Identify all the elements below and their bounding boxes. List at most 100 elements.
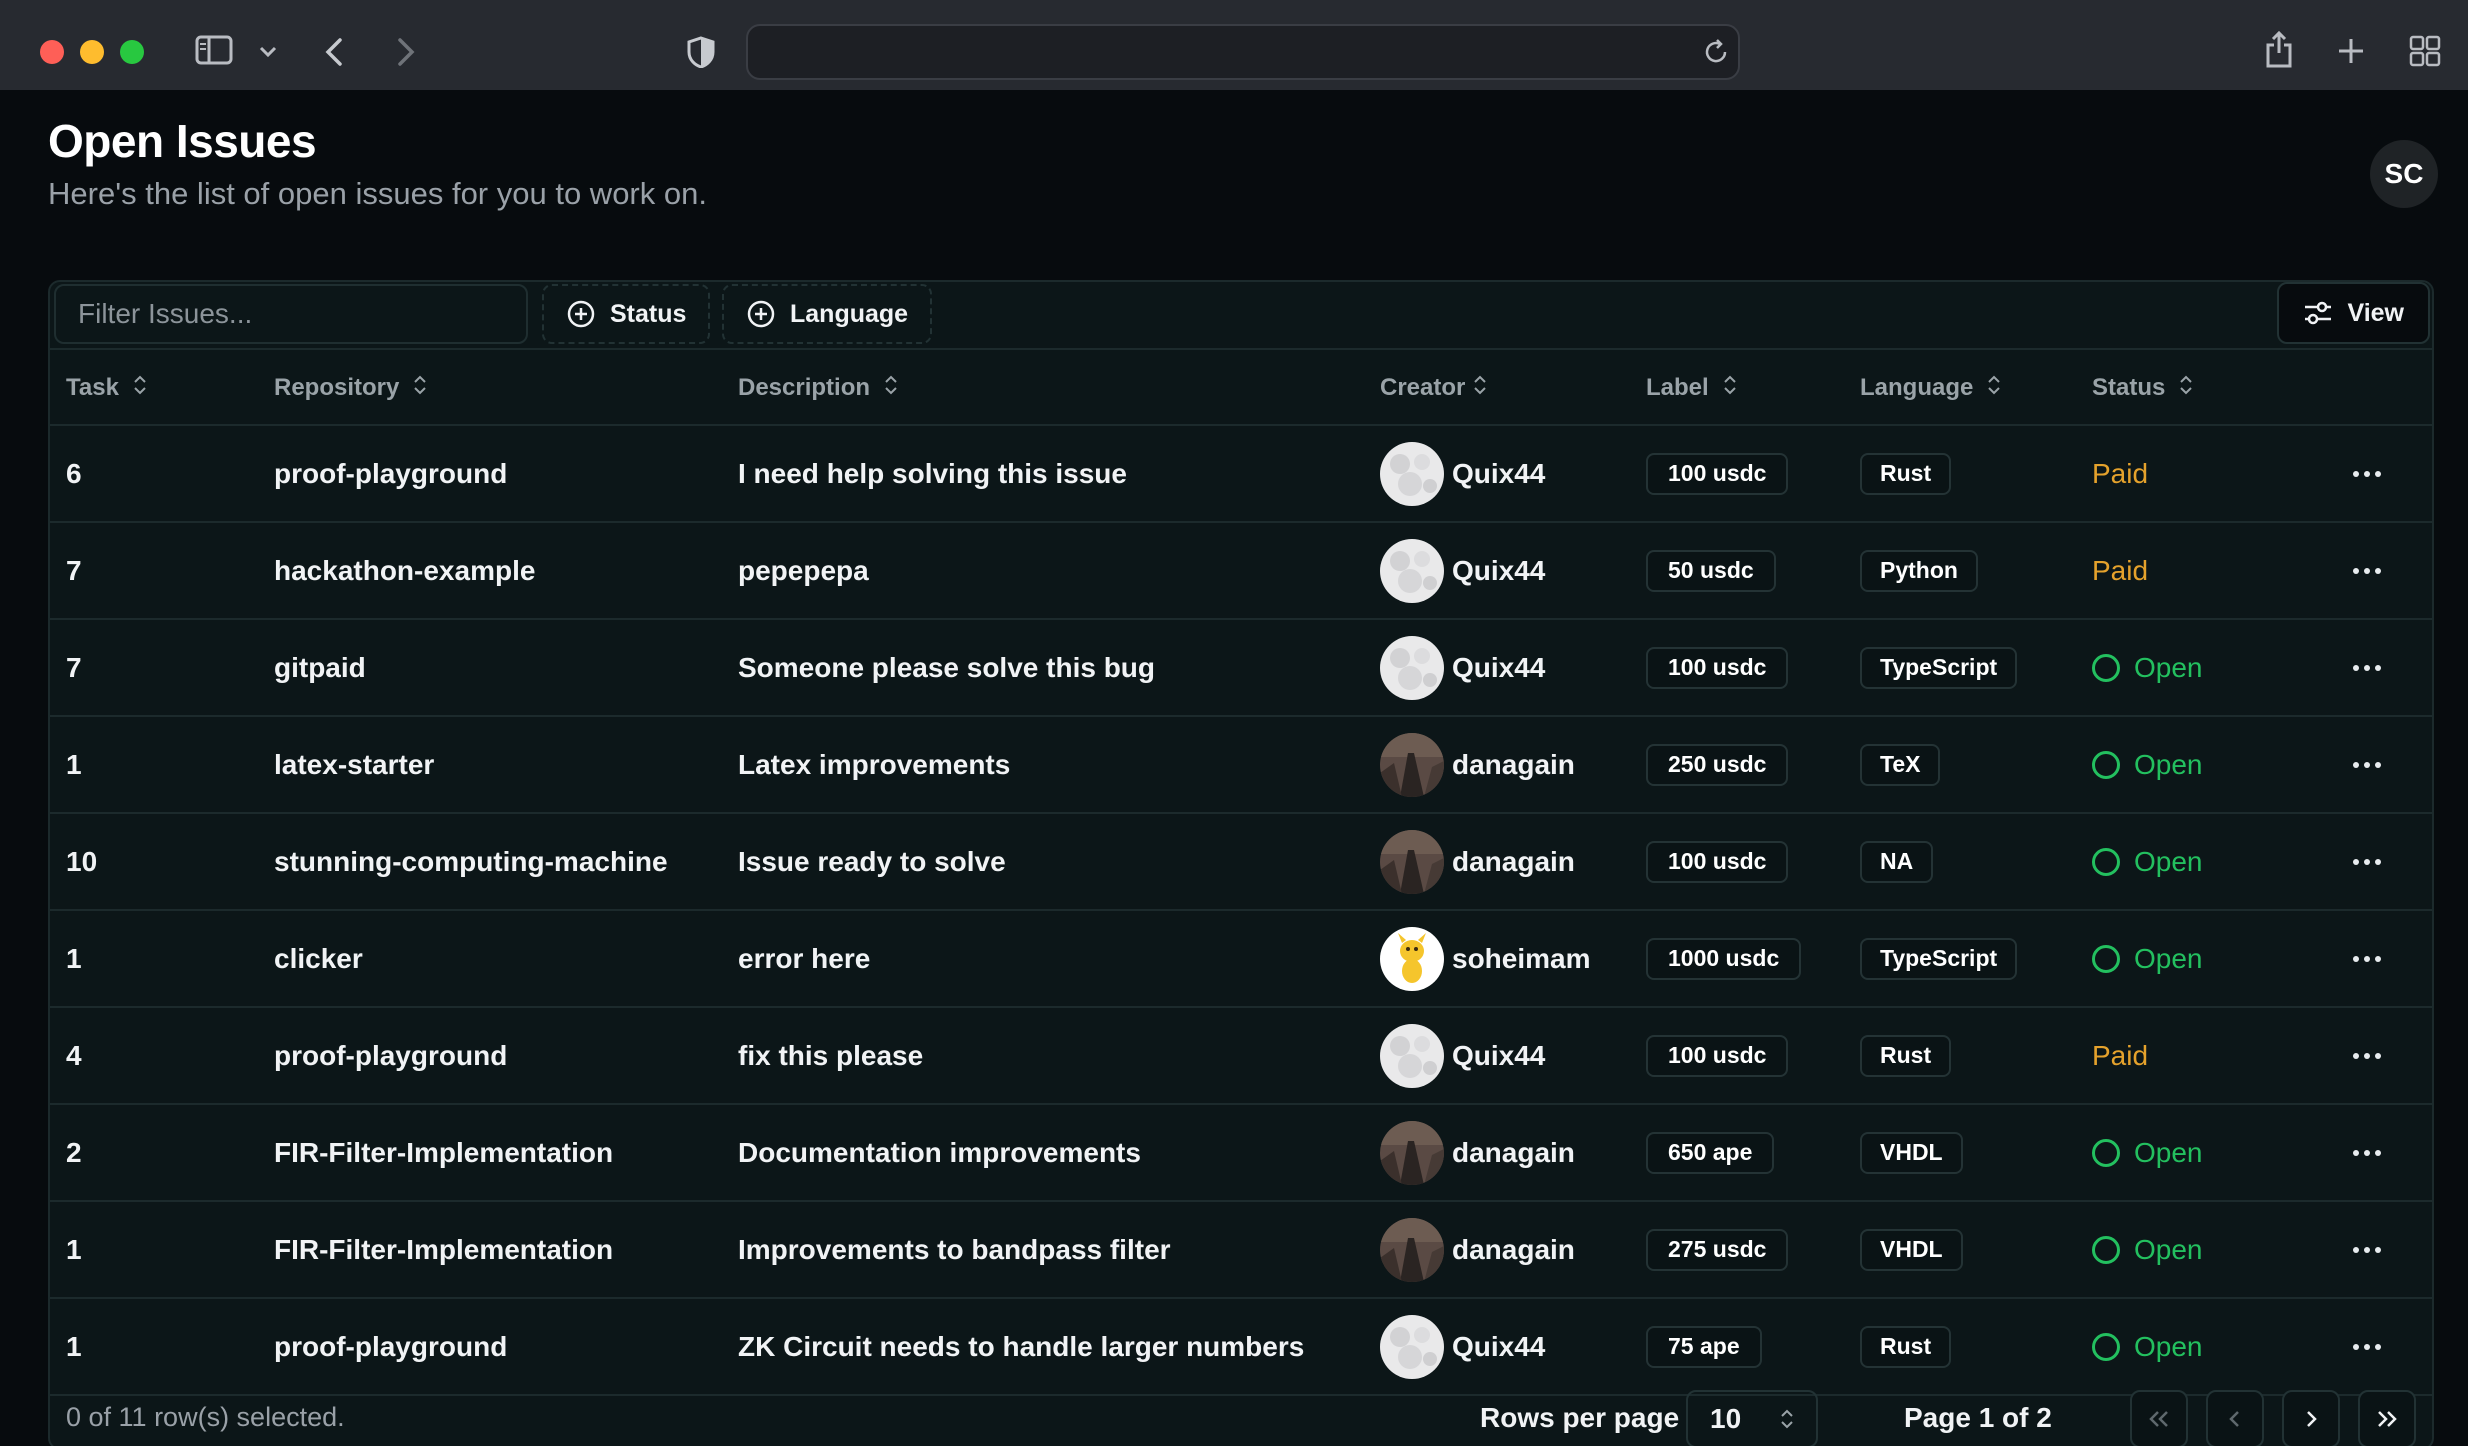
- table-row[interactable]: 6 proof-playground I need help solving t…: [50, 426, 2432, 523]
- more-horizontal-icon: [2353, 858, 2381, 865]
- table-row[interactable]: 1 clicker error here soheimam 1000 usdc …: [50, 911, 2432, 1008]
- repository-cell[interactable]: FIR-Filter-Implementation: [274, 1105, 613, 1200]
- minimize-window-button[interactable]: [80, 40, 104, 64]
- creator-cell[interactable]: danagain: [1380, 717, 1575, 812]
- row-actions-button[interactable]: [2352, 1105, 2382, 1200]
- status-text: Open: [2134, 845, 2203, 877]
- new-tab-icon[interactable]: [2334, 34, 2368, 68]
- row-actions-button[interactable]: [2352, 1299, 2382, 1394]
- row-actions-button[interactable]: [2352, 1008, 2382, 1103]
- chevron-down-icon[interactable]: [256, 40, 280, 64]
- creator-cell[interactable]: Quix44: [1380, 523, 1545, 618]
- creator-cell[interactable]: Quix44: [1380, 620, 1545, 715]
- language-cell: NA: [1860, 814, 1934, 909]
- column-header-label[interactable]: Label: [1646, 350, 1737, 426]
- row-actions-button[interactable]: [2352, 620, 2382, 715]
- shield-icon[interactable]: [684, 34, 718, 70]
- description-cell[interactable]: fix this please: [738, 1008, 923, 1103]
- column-repository-label: Repository: [274, 374, 400, 401]
- description-cell[interactable]: Improvements to bandpass filter: [738, 1202, 1171, 1297]
- share-icon[interactable]: [2262, 28, 2296, 70]
- column-header-task[interactable]: Task: [66, 350, 147, 426]
- language-badge: VHDL: [1860, 1228, 1963, 1271]
- row-actions-button[interactable]: [2352, 717, 2382, 812]
- description-cell[interactable]: error here: [738, 911, 870, 1006]
- description-cell[interactable]: ZK Circuit needs to handle larger number…: [738, 1299, 1304, 1394]
- column-header-language[interactable]: Language: [1860, 350, 2001, 426]
- address-bar[interactable]: [746, 24, 1740, 80]
- sort-icon: [1723, 374, 1737, 403]
- column-header-creator[interactable]: Creator: [1380, 350, 1487, 426]
- status-filter-label: Status: [610, 299, 687, 328]
- description-cell[interactable]: I need help solving this issue: [738, 426, 1127, 521]
- creator-cell[interactable]: danagain: [1380, 1202, 1575, 1297]
- table-row[interactable]: 7 gitpaid Someone please solve this bug …: [50, 620, 2432, 717]
- row-actions-button[interactable]: [2352, 523, 2382, 618]
- maximize-window-button[interactable]: [120, 40, 144, 64]
- user-avatar[interactable]: SC: [2370, 140, 2438, 208]
- description-cell[interactable]: Someone please solve this bug: [738, 620, 1155, 715]
- status-filter-button[interactable]: Status: [542, 284, 711, 344]
- status-text: Paid: [2092, 1039, 2149, 1071]
- back-icon[interactable]: [318, 34, 350, 70]
- repository-cell[interactable]: proof-playground: [274, 1299, 507, 1394]
- plus-circle-icon: [747, 300, 775, 328]
- browser-toolbar: [0, 0, 2468, 90]
- close-window-button[interactable]: [40, 40, 64, 64]
- status-text: Paid: [2092, 457, 2149, 489]
- language-filter-button[interactable]: Language: [722, 284, 933, 344]
- row-actions-button[interactable]: [2352, 1202, 2382, 1297]
- creator-cell[interactable]: Quix44: [1380, 426, 1545, 521]
- creator-cell[interactable]: Quix44: [1380, 1299, 1545, 1394]
- table-row[interactable]: 1 latex-starter Latex improvements danag…: [50, 717, 2432, 814]
- task-cell: 4: [66, 1039, 82, 1071]
- description-cell[interactable]: pepepepa: [738, 523, 869, 618]
- forward-icon[interactable]: [390, 34, 422, 70]
- tab-overview-icon[interactable]: [2408, 34, 2442, 68]
- creator-name: danagain: [1452, 845, 1575, 877]
- repository-cell[interactable]: proof-playground: [274, 1008, 507, 1103]
- status-cell: Open: [2092, 717, 2203, 812]
- reload-icon[interactable]: [1700, 36, 1732, 68]
- label-cell: 1000 usdc: [1646, 911, 1802, 1006]
- repository-cell[interactable]: gitpaid: [274, 620, 366, 715]
- sidebar-icon[interactable]: [194, 34, 234, 66]
- label-cell: 250 usdc: [1646, 717, 1789, 812]
- table-row[interactable]: 7 hackathon-example pepepepa Quix44 50 u…: [50, 523, 2432, 620]
- task-cell: 2: [66, 1136, 82, 1168]
- status-cell: Open: [2092, 911, 2203, 1006]
- table-row[interactable]: 10 stunning-computing-machine Issue read…: [50, 814, 2432, 911]
- row-actions-button[interactable]: [2352, 814, 2382, 909]
- repository-cell[interactable]: latex-starter: [274, 717, 434, 812]
- creator-cell[interactable]: danagain: [1380, 1105, 1575, 1200]
- next-page-button[interactable]: [2282, 1390, 2340, 1446]
- previous-page-button[interactable]: [2206, 1390, 2264, 1446]
- creator-cell[interactable]: danagain: [1380, 814, 1575, 909]
- description-cell[interactable]: Latex improvements: [738, 717, 1010, 812]
- view-options-button[interactable]: View: [2277, 282, 2430, 344]
- repository-cell[interactable]: FIR-Filter-Implementation: [274, 1202, 613, 1297]
- rows-per-page-select[interactable]: 10: [1686, 1390, 1818, 1446]
- creator-name: Quix44: [1452, 1330, 1546, 1362]
- column-header-description[interactable]: Description: [738, 350, 898, 426]
- description-cell[interactable]: Issue ready to solve: [738, 814, 1006, 909]
- column-header-repository[interactable]: Repository: [274, 350, 427, 426]
- creator-cell[interactable]: Quix44: [1380, 1008, 1545, 1103]
- filter-issues-input[interactable]: [54, 284, 528, 344]
- first-page-button[interactable]: [2130, 1390, 2188, 1446]
- sort-icon: [1473, 374, 1487, 403]
- repository-cell[interactable]: proof-playground: [274, 426, 507, 521]
- repository-cell[interactable]: stunning-computing-machine: [274, 814, 668, 909]
- creator-cell[interactable]: soheimam: [1380, 911, 1591, 1006]
- repository-cell[interactable]: hackathon-example: [274, 523, 535, 618]
- last-page-button[interactable]: [2358, 1390, 2416, 1446]
- row-actions-button[interactable]: [2352, 911, 2382, 1006]
- column-header-status[interactable]: Status: [2092, 350, 2193, 426]
- row-actions-button[interactable]: [2352, 426, 2382, 521]
- table-row[interactable]: 2 FIR-Filter-Implementation Documentatio…: [50, 1105, 2432, 1202]
- table-row[interactable]: 4 proof-playground fix this please Quix4…: [50, 1008, 2432, 1105]
- repository-cell[interactable]: clicker: [274, 911, 363, 1006]
- language-cell: TypeScript: [1860, 620, 2018, 715]
- description-cell[interactable]: Documentation improvements: [738, 1105, 1141, 1200]
- table-row[interactable]: 1 FIR-Filter-Implementation Improvements…: [50, 1202, 2432, 1299]
